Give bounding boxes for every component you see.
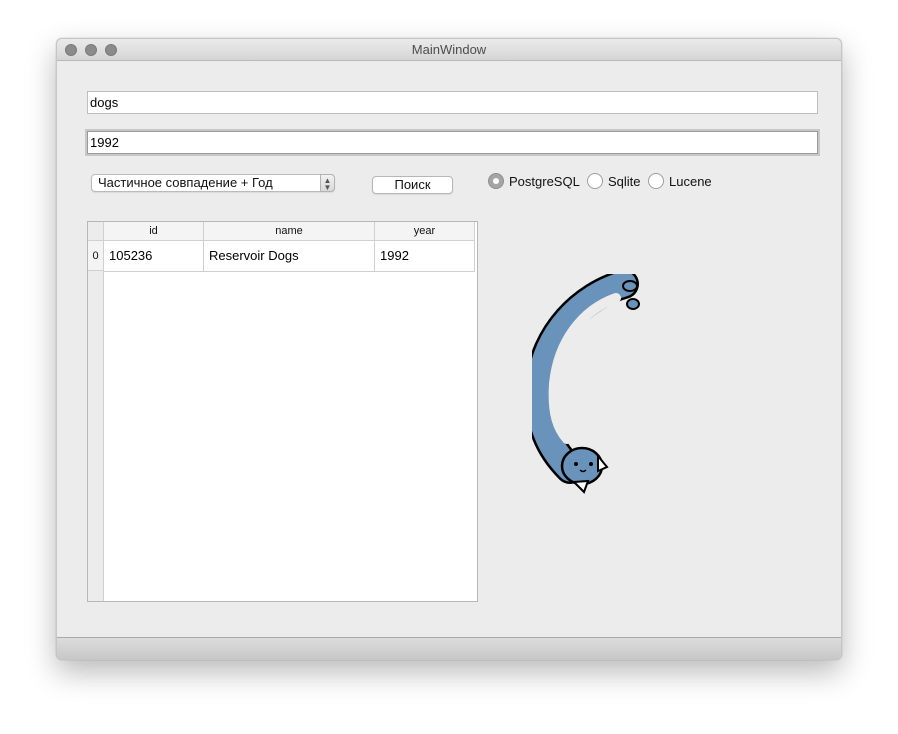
table-corner	[88, 222, 104, 241]
row-header-strip	[88, 241, 104, 601]
column-header-year[interactable]: year	[375, 222, 475, 241]
table-cell-year[interactable]: 1992	[375, 241, 475, 272]
column-header-name[interactable]: name	[204, 222, 375, 241]
row-header[interactable]: 0	[88, 241, 104, 271]
radio-label: Lucene	[669, 173, 712, 189]
search-year-input[interactable]	[87, 131, 818, 154]
main-window: MainWindow Частичное совпадение + Год ▲▼…	[56, 38, 842, 660]
radio-sqlite[interactable]: Sqlite	[587, 173, 641, 189]
table-cell-name[interactable]: Reservoir Dogs	[204, 241, 375, 272]
table-cell-id[interactable]: 105236	[104, 241, 204, 272]
radio-unchecked-icon	[648, 173, 664, 189]
radio-postgresql[interactable]: PostgreSQL	[488, 173, 580, 189]
radio-lucene[interactable]: Lucene	[648, 173, 712, 189]
search-mode-select[interactable]: Частичное совпадение + Год ▲ ▼	[91, 174, 335, 192]
column-header-id[interactable]: id	[104, 222, 204, 241]
radio-checked-icon	[488, 173, 504, 189]
window-title: MainWindow	[411, 42, 487, 57]
search-mode-selected: Частичное совпадение + Год	[98, 175, 273, 190]
radio-label: PostgreSQL	[509, 173, 580, 189]
radio-unchecked-icon	[587, 173, 603, 189]
results-table[interactable]: id name year 0 105236 Reservoir Dogs 199…	[87, 221, 478, 602]
status-bar	[57, 637, 841, 659]
search-button[interactable]: Поиск	[372, 176, 453, 194]
radio-label: Sqlite	[608, 173, 641, 189]
updown-arrows-icon: ▲ ▼	[320, 174, 335, 192]
curled-cat-icon	[532, 274, 640, 494]
search-query-input[interactable]	[87, 91, 818, 114]
title-bar: MainWindow	[57, 39, 841, 61]
